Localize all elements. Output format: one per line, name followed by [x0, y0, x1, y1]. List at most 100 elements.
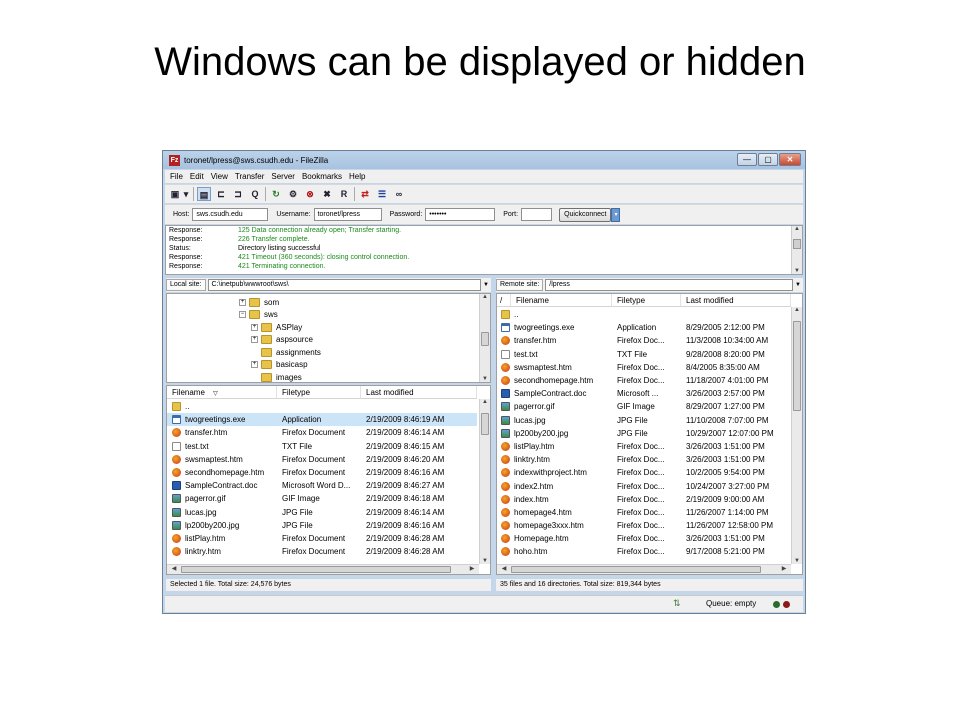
scrollbar-thumb[interactable] — [481, 413, 489, 435]
password-input[interactable]: ••••••• — [425, 208, 496, 221]
scroll-up-arrow-icon[interactable]: ▲ — [480, 294, 490, 300]
scroll-left-arrow-icon[interactable]: ◀ — [169, 565, 179, 572]
local-list-hscrollbar[interactable]: ◀ ▶ — [167, 564, 479, 574]
scroll-right-arrow-icon[interactable]: ▶ — [467, 565, 477, 572]
local-site-path[interactable]: C:\inetpub\wwwroot\sws\ — [207, 279, 481, 291]
local-directory-tree[interactable]: + som − sws + ASPlay + aspsource assignments + bas… — [166, 293, 491, 383]
file-row[interactable]: SampleContract.doc Microsoft Word D... 2/1… — [167, 479, 477, 492]
file-row[interactable]: homepage4.htm Firefox Doc... 11/26/2007 1:… — [497, 506, 791, 519]
file-row[interactable]: SampleContract.doc Microsoft ... 3/26/2003… — [497, 387, 791, 400]
file-row[interactable]: homepage3xxx.htm Firefox Doc... 11/26/2007… — [497, 519, 791, 532]
column-last-modified[interactable]: Last modified — [361, 386, 477, 398]
tree-item-images[interactable]: images — [251, 371, 302, 382]
file-row[interactable]: linktry.htm Firefox Document 2/19/2009 8:4… — [167, 545, 477, 558]
toggle-remote-tree-icon[interactable]: ⊐ — [231, 187, 245, 201]
close-button[interactable]: ✕ — [779, 153, 801, 166]
column-last-modified[interactable]: Last modified — [681, 294, 791, 306]
column-filename[interactable]: Filename — [511, 294, 612, 306]
file-row[interactable]: listPlay.htm Firefox Document 2/19/2009 8:… — [167, 532, 477, 545]
file-row[interactable]: lucas.jpg JPG File 11/10/2008 7:07:00 PM — [497, 414, 791, 427]
menu-help[interactable]: Help — [349, 172, 365, 181]
file-row[interactable]: secondhomepage.htm Firefox Document 2/19/2… — [167, 466, 477, 479]
remote-tree-root[interactable]: / — [497, 294, 511, 306]
quickconnect-dropdown-icon[interactable]: ▾ — [611, 207, 621, 222]
reconnect-icon[interactable]: R — [337, 187, 351, 201]
binoculars-icon[interactable]: ∞ — [392, 187, 406, 201]
transfer-queue-icon[interactable]: ⇅ — [673, 598, 684, 609]
file-row[interactable]: swsmaptest.htm Firefox Document 2/19/2009 … — [167, 453, 477, 466]
scroll-right-arrow-icon[interactable]: ▶ — [779, 565, 789, 572]
expander-icon[interactable]: + — [251, 323, 258, 331]
file-row[interactable]: hoho.htm Firefox Doc... 9/17/2008 5:21:00 … — [497, 545, 791, 558]
scrollbar-thumb[interactable] — [793, 321, 801, 411]
file-row[interactable]: test.txt TXT File 2/19/2009 8:46:15 AM — [167, 440, 477, 453]
maximize-button[interactable]: ▢ — [758, 153, 778, 166]
file-row[interactable]: indexwithproject.htm Firefox Doc... 10/2/2… — [497, 466, 791, 479]
column-filetype[interactable]: Filetype — [612, 294, 681, 306]
toggle-local-tree-icon[interactable]: ⊏ — [214, 187, 228, 201]
scroll-down-arrow-icon[interactable]: ▼ — [480, 558, 490, 564]
column-filename[interactable]: Filename ▽ — [167, 386, 277, 398]
file-row[interactable]: Homepage.htm Firefox Doc... 3/26/2003 1:51… — [497, 532, 791, 545]
local-tree-scrollbar[interactable]: ▲ ▼ — [479, 294, 490, 382]
expander-icon[interactable]: + — [251, 361, 258, 368]
file-row[interactable]: lp200by200.jpg JPG File 2/19/2009 8:46:16 … — [167, 519, 477, 532]
expander-icon[interactable]: − — [239, 311, 246, 318]
menu-server[interactable]: Server — [271, 172, 295, 181]
compare-icon[interactable]: ⇄ — [358, 187, 372, 201]
username-input[interactable]: toronet/lpress — [313, 208, 382, 221]
scroll-down-arrow-icon[interactable]: ▼ — [792, 268, 802, 274]
file-row[interactable]: twogreetings.exe Application 2/19/2009 8:4… — [167, 413, 477, 427]
local-site-dropdown-icon[interactable]: ▼ — [481, 279, 491, 291]
file-row[interactable]: listPlay.htm Firefox Doc... 3/26/2003 1:51… — [497, 440, 791, 453]
site-manager-icon[interactable]: ▣ — [168, 187, 182, 201]
remote-list-scrollbar[interactable]: ▲ ▼ — [791, 307, 802, 564]
scroll-up-arrow-icon[interactable]: ▲ — [792, 226, 802, 232]
menu-transfer[interactable]: Transfer — [235, 172, 265, 181]
file-row[interactable]: pagerror.gif GIF Image 2/19/2009 8:46:18 A… — [167, 492, 477, 505]
file-row[interactable]: lp200by200.jpg JPG File 10/29/2007 12:07:0… — [497, 427, 791, 440]
file-row[interactable]: test.txt TXT File 9/28/2008 8:20:00 PM — [497, 348, 791, 361]
file-row[interactable]: transfer.htm Firefox Doc... 11/3/2008 10:3… — [497, 334, 791, 347]
menu-bookmarks[interactable]: Bookmarks — [302, 172, 342, 181]
scroll-down-arrow-icon[interactable]: ▼ — [480, 376, 490, 382]
scroll-left-arrow-icon[interactable]: ◀ — [499, 565, 509, 572]
toggle-message-log-icon[interactable]: ▤ — [197, 187, 211, 201]
tree-item-basicasp[interactable]: + basicasp — [251, 359, 308, 371]
refresh-icon[interactable]: ↻ — [269, 187, 283, 201]
remote-site-path[interactable]: /lpress — [545, 279, 793, 291]
remote-file-list[interactable]: / Filename Filetype Last modified .. twog… — [496, 293, 803, 575]
tree-item-aspsource[interactable]: + aspsource — [251, 334, 313, 346]
menu-edit[interactable]: Edit — [190, 172, 204, 181]
process-queue-icon[interactable]: ⚙ — [286, 187, 300, 201]
tree-item-asplay[interactable]: + ASPlay — [251, 321, 302, 333]
message-log[interactable]: Response: 125 Data connection already ope… — [165, 225, 803, 275]
dropdown-arrow-icon[interactable]: ▾ — [182, 187, 190, 201]
expander-icon[interactable]: + — [239, 298, 246, 306]
message-log-scrollbar[interactable]: ▲ ▼ — [791, 226, 802, 274]
toggle-queue-icon[interactable]: Q — [248, 187, 262, 201]
column-filetype[interactable]: Filetype — [277, 386, 361, 398]
scroll-down-arrow-icon[interactable]: ▼ — [792, 558, 802, 564]
file-row[interactable]: lucas.jpg JPG File 2/19/2009 8:46:14 AM — [167, 506, 477, 519]
local-file-list[interactable]: Filename ▽ Filetype Last modified .. twog… — [166, 385, 491, 575]
file-row[interactable]: index.htm Firefox Doc... 2/19/2009 9:00:00… — [497, 493, 791, 506]
scrollbar-thumb[interactable] — [793, 239, 801, 249]
scroll-up-arrow-icon[interactable]: ▲ — [480, 399, 490, 405]
remote-list-hscrollbar[interactable]: ◀ ▶ — [497, 564, 791, 574]
file-row[interactable]: twogreetings.exe Application 8/29/2005 2:1… — [497, 321, 791, 334]
scrollbar-thumb[interactable] — [481, 332, 489, 346]
file-row[interactable]: pagerror.gif GIF Image 8/29/2007 1:27:00 P… — [497, 400, 791, 413]
title-bar[interactable]: Fz toronet/lpress@sws.csudh.edu - FileZi… — [163, 151, 805, 169]
expander-icon[interactable]: + — [251, 336, 258, 343]
host-input[interactable]: sws.csudh.edu — [192, 208, 269, 221]
file-row[interactable]: transfer.htm Firefox Document 2/19/2009 8:… — [167, 426, 477, 439]
file-row[interactable]: secondhomepage.htm Firefox Doc... 11/18/20… — [497, 374, 791, 387]
file-row[interactable]: linktry.htm Firefox Doc... 3/26/2003 1:51:… — [497, 453, 791, 466]
scroll-up-arrow-icon[interactable]: ▲ — [792, 307, 802, 313]
minimize-button[interactable]: — — [737, 153, 757, 166]
file-row[interactable]: index2.htm Firefox Doc... 10/24/2007 3:27:… — [497, 479, 791, 492]
quickconnect-button[interactable]: Quickconnect — [559, 207, 612, 222]
port-input[interactable] — [521, 208, 553, 221]
file-row[interactable]: .. — [167, 400, 477, 413]
